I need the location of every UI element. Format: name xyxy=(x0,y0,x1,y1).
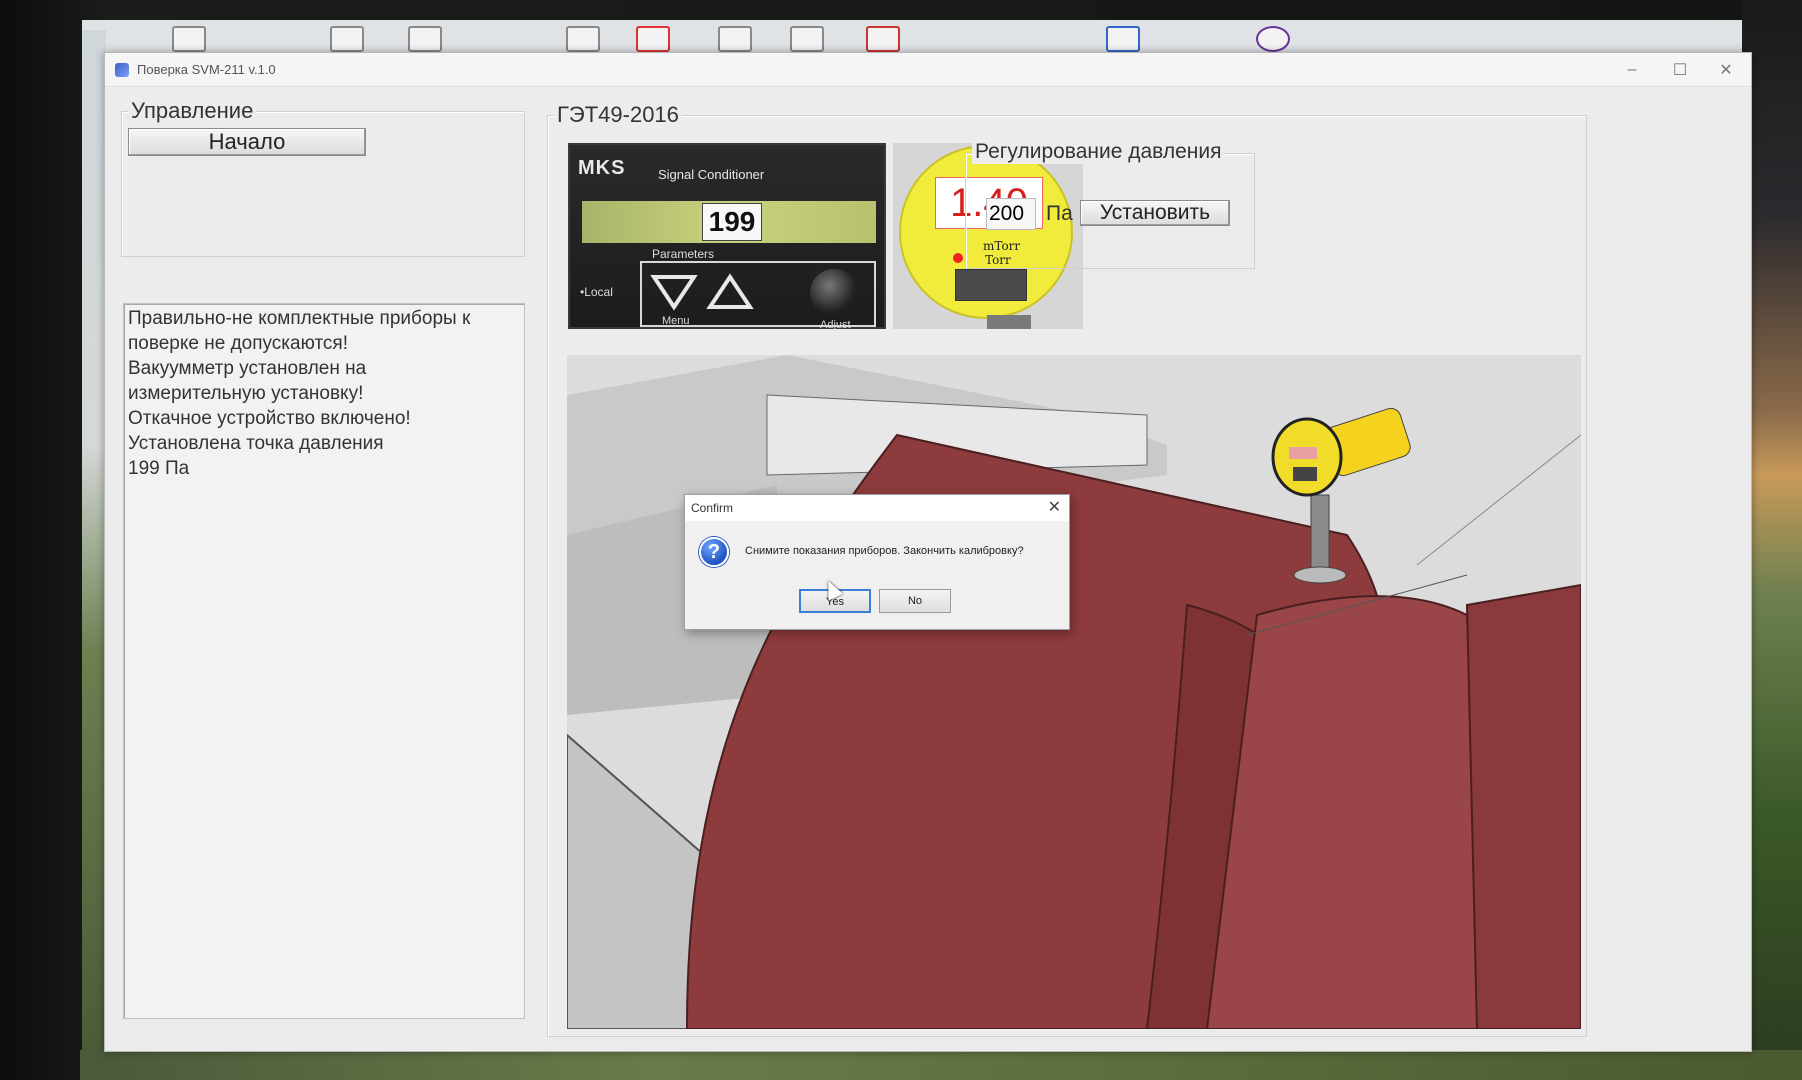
mks-adjust-label: Adjust xyxy=(820,319,851,331)
control-group: Управление Начало xyxy=(121,98,525,257)
set-pressure-button[interactable]: Установить xyxy=(1080,200,1230,226)
mks-device-name: Signal Conditioner xyxy=(658,167,765,182)
mks-signal-conditioner: MKS Signal Conditioner 199 Parameters •L… xyxy=(568,143,886,331)
installation-scene xyxy=(567,355,1581,1029)
log-line: 199 Па xyxy=(128,458,190,479)
desktop-app-icon[interactable] xyxy=(636,26,670,52)
gauge-display-box xyxy=(955,269,1027,301)
up-arrow-icon xyxy=(706,273,754,309)
desktop-document-icon[interactable] xyxy=(718,26,752,52)
log-line: Вакуумметр установлен на xyxy=(128,358,367,379)
sensor-post xyxy=(1310,494,1330,574)
mks-parameters-label: Parameters xyxy=(652,247,715,261)
log-line: поверке не допускаются! xyxy=(128,333,348,354)
mks-menu-label: Menu xyxy=(662,315,690,327)
sensor-display xyxy=(1289,447,1317,459)
dialog-message: Снимите показания приборов. Закончить ка… xyxy=(745,545,1024,557)
pressure-group-title: Регулирование давления xyxy=(972,140,1225,164)
desktop-taskbar-area xyxy=(80,1050,1802,1080)
desktop-icon-strip xyxy=(82,30,106,1070)
log-line: Правильно-не комплектные приборы к xyxy=(128,308,471,329)
mks-reading: 199 xyxy=(702,203,762,241)
app-icon xyxy=(115,62,129,77)
gauge-stem xyxy=(987,315,1031,329)
sensor-box xyxy=(1293,467,1317,481)
mks-local-label: •Local xyxy=(580,285,613,299)
down-arrow-icon xyxy=(650,275,698,311)
dialog-title-bar: Confirm ✕ xyxy=(685,495,1069,521)
log-lines: Правильно-не комплектные приборы к повер… xyxy=(124,304,524,481)
log-line: Установлена точка давления xyxy=(128,433,384,454)
confirm-dialog: Confirm ✕ ? Снимите показания приборов. … xyxy=(684,494,1070,630)
log-line: Откачное устройство включено! xyxy=(128,408,411,429)
title-bar: Поверка SVM-211 v.1.0 – ☐ ✕ xyxy=(105,53,1751,87)
log-memo[interactable]: Правильно-не комплектные приборы к повер… xyxy=(123,303,525,1019)
log-line: измерительную установку! xyxy=(128,383,364,404)
desktop-m-icon[interactable] xyxy=(1106,26,1140,52)
mks-logo: MKS xyxy=(578,157,626,179)
pressure-group: Регулирование давления Па Установить xyxy=(965,140,1255,269)
window-title: Поверка SVM-211 v.1.0 xyxy=(137,62,276,77)
mks-lcd: 199 xyxy=(582,201,876,243)
desktop-shortcut-icon[interactable] xyxy=(172,26,206,52)
desktop-document-icon[interactable] xyxy=(408,26,442,52)
desktop-app-icon[interactable] xyxy=(1256,26,1290,52)
start-button[interactable]: Начало xyxy=(128,128,366,156)
no-button[interactable]: No xyxy=(879,589,951,613)
installation-3d-view[interactable] xyxy=(567,355,1581,1029)
desktop-document-icon[interactable] xyxy=(330,26,364,52)
desktop-document-icon[interactable] xyxy=(790,26,824,52)
minimize-button[interactable]: – xyxy=(1609,53,1655,87)
maximize-button[interactable]: ☐ xyxy=(1657,53,1703,87)
adjust-knob-icon xyxy=(810,269,858,317)
control-group-title: Управление xyxy=(128,98,257,124)
dialog-title: Confirm xyxy=(691,501,734,515)
pressure-input[interactable] xyxy=(986,198,1036,230)
pressure-unit: Па xyxy=(1046,202,1073,225)
dialog-close-icon[interactable]: ✕ xyxy=(1048,495,1061,521)
desktop-hmi-icon[interactable] xyxy=(866,26,900,52)
gauge-led-icon xyxy=(953,253,963,263)
question-icon: ? xyxy=(699,537,729,567)
sensor-base xyxy=(1293,566,1347,584)
desktop-document-icon[interactable] xyxy=(566,26,600,52)
standard-group-title: ГЭТ49-2016 xyxy=(554,102,682,128)
chamber-end xyxy=(1465,583,1581,1029)
close-button[interactable]: ✕ xyxy=(1703,53,1749,87)
